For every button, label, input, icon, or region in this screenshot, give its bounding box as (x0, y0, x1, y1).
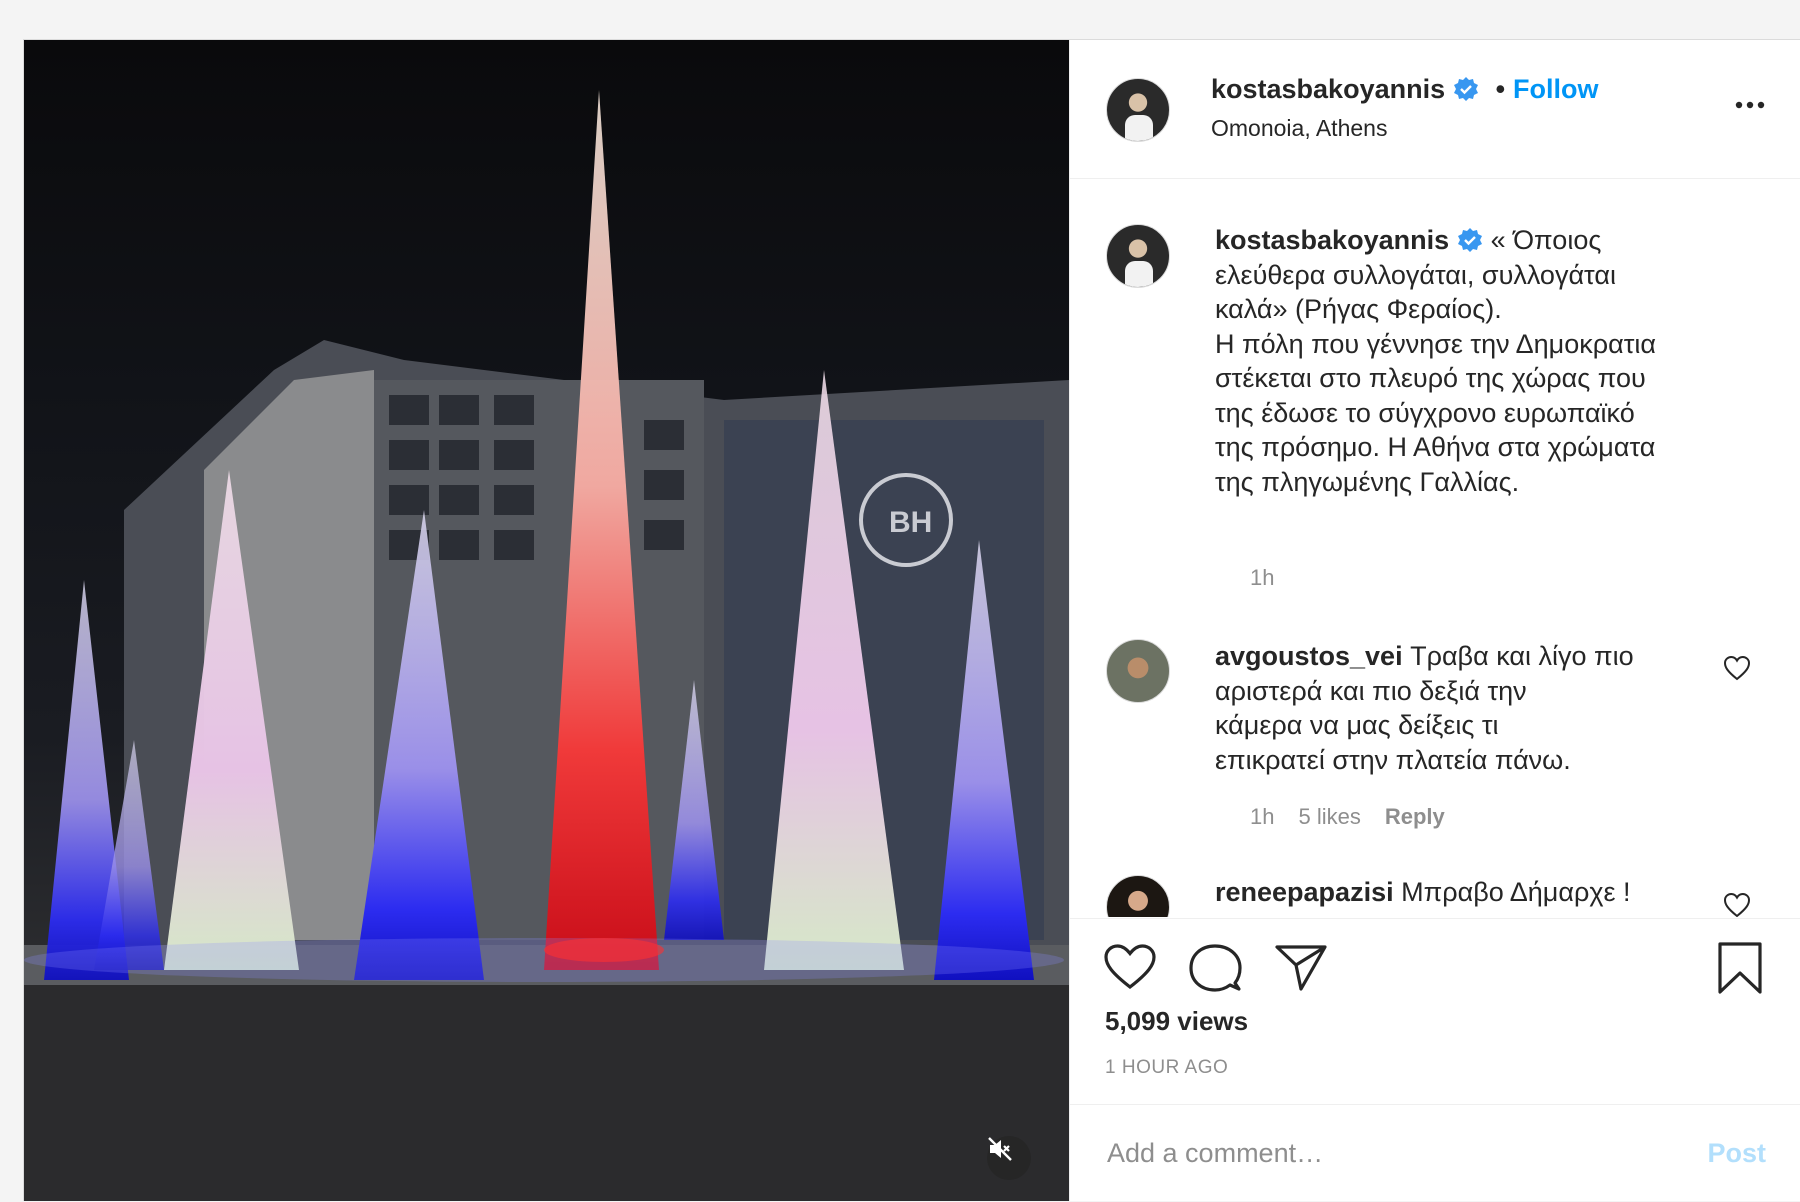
comments-list[interactable]: kostasbakoyannis « Όποιος ελεύθερα συλλο… (1070, 179, 1800, 917)
author-avatar[interactable] (1106, 78, 1170, 142)
caption-text: « Όποιος ελεύθερα συλλογάται, συλλογάται… (1215, 225, 1656, 497)
follow-button[interactable]: Follow (1513, 74, 1598, 104)
comment-composer: Post (1070, 1104, 1800, 1202)
heart-icon[interactable] (1103, 943, 1157, 991)
post-comment-button[interactable]: Post (1707, 1138, 1766, 1169)
comment-item: reneepapazisi Μπραβο Δήμαρχε ! (1215, 875, 1735, 910)
caption-author-avatar[interactable] (1106, 224, 1170, 288)
comment-item: avgoustos_vei Τραβα και λίγο πιο αριστερ… (1215, 639, 1735, 777)
reply-button[interactable]: Reply (1385, 804, 1445, 829)
post-location[interactable]: Omonoia, Athens (1211, 115, 1387, 142)
commenter-avatar[interactable] (1106, 639, 1170, 703)
verified-badge-icon (1458, 228, 1483, 252)
paper-plane-icon[interactable] (1274, 943, 1328, 993)
verified-badge-icon (1454, 77, 1479, 101)
comment-input[interactable] (1105, 1127, 1669, 1179)
commenter-avatar[interactable] (1106, 875, 1170, 917)
post-header: kostasbakoyannis • Follow Omonoia, Athens (1070, 40, 1800, 179)
instagram-post: BH kostasbakoyannis • Follow Omonoia, At… (23, 39, 1800, 1201)
comment-meta: 1h 5 likes Reply (1250, 804, 1469, 830)
more-options-icon[interactable] (1734, 100, 1766, 110)
caption-username[interactable]: kostasbakoyannis (1215, 225, 1449, 255)
comment-bubble-icon[interactable] (1188, 943, 1242, 993)
author-line: kostasbakoyannis • Follow (1211, 74, 1599, 105)
caption-timestamp[interactable]: 1h (1250, 565, 1274, 590)
post-timestamp[interactable]: 1 HOUR AGO (1105, 1057, 1228, 1079)
separator-dot: • (1495, 74, 1506, 104)
author-username[interactable]: kostasbakoyannis (1211, 74, 1445, 104)
comment-username[interactable]: avgoustos_vei (1215, 641, 1403, 671)
fountain-scene: BH (24, 90, 1069, 1201)
bookmark-icon[interactable] (1716, 941, 1764, 995)
comment-text: Μπραβο Δήμαρχε ! (1401, 877, 1631, 907)
post-side-panel: kostasbakoyannis • Follow Omonoia, Athens… (1069, 40, 1800, 1201)
comment-username[interactable]: reneepapazisi (1215, 877, 1394, 907)
mute-toggle-button[interactable] (987, 1136, 1031, 1180)
svg-text:BH: BH (889, 506, 932, 539)
comment-timestamp[interactable]: 1h (1250, 804, 1274, 829)
post-video[interactable]: BH (24, 40, 1069, 1201)
comment-like-heart-icon[interactable] (1723, 655, 1751, 681)
comment-like-heart-icon[interactable] (1723, 892, 1751, 917)
post-actions-bar: 5,099 views 1 HOUR AGO (1070, 918, 1800, 1104)
caption-meta: 1h (1250, 565, 1298, 591)
muted-speaker-icon (988, 1137, 1012, 1161)
caption: kostasbakoyannis « Όποιος ελεύθερα συλλο… (1215, 223, 1760, 499)
comment-likes[interactable]: 5 likes (1298, 804, 1360, 829)
views-count[interactable]: 5,099 views (1105, 1006, 1248, 1037)
